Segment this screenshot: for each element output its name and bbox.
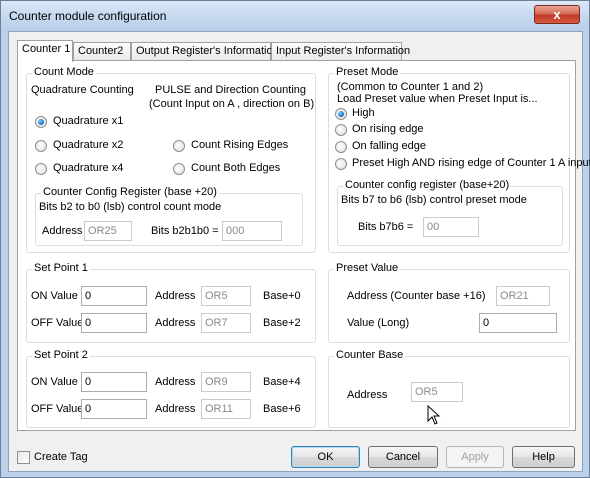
count-bits-field[interactable]: 000 xyxy=(222,221,282,241)
counter-base-address-field[interactable]: OR5 xyxy=(411,382,463,402)
close-button[interactable]: x xyxy=(534,5,580,24)
sp2-off-base: Base+6 xyxy=(263,403,301,415)
sp2-off-value-input[interactable]: 0 xyxy=(81,399,147,419)
ok-button[interactable]: OK xyxy=(291,446,360,468)
sp1-off-label: OFF Value xyxy=(31,317,84,329)
tab-counter-1[interactable]: Counter 1 xyxy=(17,40,73,62)
sp2-on-address-label: Address xyxy=(155,376,196,388)
sp1-off-value-input[interactable]: 0 xyxy=(81,313,147,333)
pulse-subheading: (Count Input on A , direction on B) xyxy=(149,98,315,110)
radio-preset-high-and-rising[interactable] xyxy=(335,158,347,170)
cancel-button[interactable]: Cancel xyxy=(368,446,438,468)
sp2-on-label: ON Value xyxy=(31,376,78,388)
apply-button[interactable]: Apply xyxy=(446,446,504,468)
count-mode-legend: Count Mode xyxy=(32,66,96,78)
sp2-on-base: Base+4 xyxy=(263,376,301,388)
tab-output-registers[interactable]: Output Register's Information xyxy=(131,42,279,61)
label-preset-high: High xyxy=(352,107,375,119)
sp1-off-base: Base+2 xyxy=(263,317,301,329)
counter-base-legend: Counter Base xyxy=(334,349,406,361)
tab-input-registers[interactable]: Input Register's Information xyxy=(271,42,410,61)
label-preset-falling-edge: On falling edge xyxy=(352,140,426,152)
radio-quadrature-x2[interactable] xyxy=(35,140,47,152)
radio-count-rising-edges[interactable] xyxy=(173,140,185,152)
preset-bits-field[interactable]: 00 xyxy=(423,217,479,237)
preset-address-field[interactable]: OR21 xyxy=(496,286,550,306)
preset-value-legend: Preset Value xyxy=(334,262,401,274)
close-icon: x xyxy=(553,7,561,22)
set-point-1-legend: Set Point 1 xyxy=(32,262,90,274)
preset-value-group: Preset Value Address (Counter base +16) … xyxy=(328,262,570,343)
sp2-off-address-field[interactable]: OR11 xyxy=(201,399,251,419)
sp1-on-value-input[interactable]: 0 xyxy=(81,286,147,306)
label-quadrature-x4: Quadrature x4 xyxy=(53,162,124,174)
preset-mode-group: Preset Mode (Common to Counter 1 and 2) … xyxy=(328,66,590,253)
radio-count-both-edges[interactable] xyxy=(173,163,185,175)
preset-value-label: Value (Long) xyxy=(347,317,410,329)
counter-base-address-label: Address xyxy=(347,389,388,401)
sp1-off-address-label: Address xyxy=(155,317,196,329)
preset-mode-line1: (Common to Counter 1 and 2) xyxy=(337,81,484,93)
label-quadrature-x1: Quadrature x1 xyxy=(53,115,124,127)
sp2-on-address-field[interactable]: OR9 xyxy=(201,372,251,392)
radio-quadrature-x1[interactable] xyxy=(35,116,47,128)
radio-preset-rising-edge[interactable] xyxy=(335,124,347,136)
set-point-2-legend: Set Point 2 xyxy=(32,349,90,361)
label-quadrature-x2: Quadrature x2 xyxy=(53,139,124,151)
preset-config-register-group: Counter config register (base+20) Bits b… xyxy=(337,179,563,246)
preset-address-label: Address (Counter base +16) xyxy=(347,290,486,302)
count-config-register-group: Counter Config Register (base +20) Bits … xyxy=(35,186,303,246)
set-point-2-group: Set Point 2 ON Value 0 Address OR9 Base+… xyxy=(26,349,316,428)
help-button[interactable]: Help xyxy=(512,446,575,468)
preset-mode-legend: Preset Mode xyxy=(334,66,401,78)
counter-base-group: Counter Base Address OR5 xyxy=(328,349,570,428)
count-address-field[interactable]: OR25 xyxy=(84,221,132,241)
title-bar[interactable]: Counter module configuration x xyxy=(1,1,589,31)
label-preset-rising-edge: On rising edge xyxy=(352,123,424,135)
radio-quadrature-x4[interactable] xyxy=(35,163,47,175)
radio-preset-falling-edge[interactable] xyxy=(335,141,347,153)
preset-value-input[interactable]: 0 xyxy=(479,313,557,333)
sp1-on-base: Base+0 xyxy=(263,290,301,302)
count-config-register-desc: Bits b2 to b0 (lsb) control count mode xyxy=(39,201,222,213)
preset-mode-line2: Load Preset value when Preset Input is..… xyxy=(337,93,538,105)
dialog-client: Counter 1 Counter2 Output Register's Inf… xyxy=(8,31,590,472)
label-count-both-edges: Count Both Edges xyxy=(191,162,281,174)
count-mode-group: Count Mode Quadrature Counting PULSE and… xyxy=(26,66,316,253)
window-title: Counter module configuration xyxy=(9,9,167,23)
mouse-pointer-icon xyxy=(427,405,441,425)
tab-counter-2[interactable]: Counter2 xyxy=(73,42,131,61)
count-address-label: Address xyxy=(42,225,83,237)
sp1-on-address-field[interactable]: OR5 xyxy=(201,286,251,306)
preset-config-register-legend: Counter config register (base+20) xyxy=(343,179,512,191)
create-tag-checkbox[interactable] xyxy=(17,451,30,464)
sp1-on-label: ON Value xyxy=(31,290,78,302)
sp2-off-address-label: Address xyxy=(155,403,196,415)
count-bits-label: Bits b2b1b0 = xyxy=(151,225,219,237)
dialog-window: Counter module configuration x Counter 1… xyxy=(0,0,590,478)
sp2-off-label: OFF Value xyxy=(31,403,84,415)
radio-preset-high[interactable] xyxy=(335,108,347,120)
set-point-1-group: Set Point 1 ON Value 0 Address OR5 Base+… xyxy=(26,262,316,343)
counter-1-panel: Count Mode Quadrature Counting PULSE and… xyxy=(17,60,590,431)
create-tag-label: Create Tag xyxy=(34,451,88,463)
sp2-on-value-input[interactable]: 0 xyxy=(81,372,147,392)
label-count-rising-edges: Count Rising Edges xyxy=(191,139,289,151)
count-config-register-legend: Counter Config Register (base +20) xyxy=(41,186,219,198)
sp1-off-address-field[interactable]: OR7 xyxy=(201,313,251,333)
sp1-on-address-label: Address xyxy=(155,290,196,302)
preset-config-register-desc: Bits b7 to b6 (lsb) control preset mode xyxy=(341,194,527,206)
quadrature-heading: Quadrature Counting xyxy=(31,84,134,96)
preset-bits-label: Bits b7b6 = xyxy=(358,221,414,233)
pulse-heading: PULSE and Direction Counting xyxy=(155,84,307,96)
label-preset-high-and-rising: Preset High AND rising edge of Counter 1… xyxy=(352,157,590,169)
